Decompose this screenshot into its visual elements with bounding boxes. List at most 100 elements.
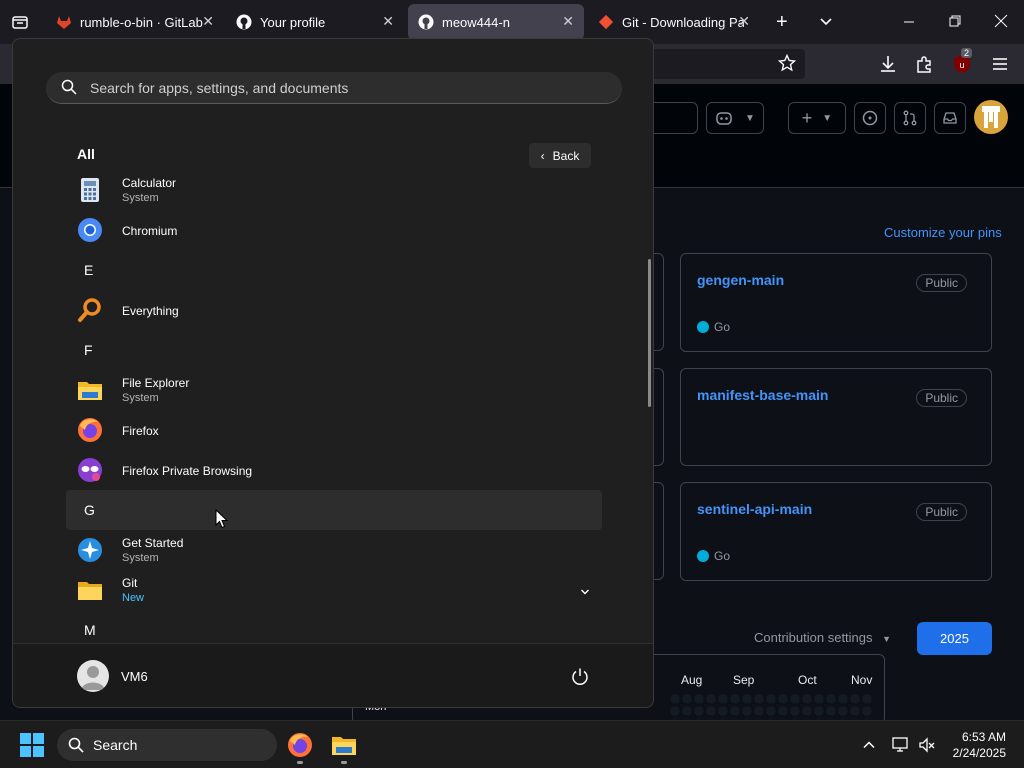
app-firefox[interactable]: Firefox (66, 410, 602, 450)
app-name: Chromium (122, 224, 178, 238)
restore-icon[interactable] (948, 14, 962, 28)
letter-label: G (84, 502, 95, 518)
contribution-settings-dropdown[interactable]: Contribution settings ▼ (754, 630, 891, 645)
app-get-started[interactable]: Get Started System (66, 530, 602, 570)
power-icon[interactable] (569, 666, 591, 688)
github-icon (236, 14, 252, 30)
ublock-icon[interactable]: u 2 (952, 48, 973, 74)
chevron-down-icon[interactable] (818, 14, 834, 30)
visibility-badge: Public (916, 274, 967, 292)
hamburger-menu-icon[interactable] (992, 56, 1008, 72)
close-icon[interactable]: ✕ (562, 13, 574, 30)
app-chromium[interactable]: Chromium (66, 210, 602, 250)
chevron-down-icon: ▼ (882, 634, 892, 644)
issues-button[interactable] (854, 102, 886, 134)
tab-title: Git - Downloading Pack (622, 14, 744, 30)
start-menu-footer: VM6 (13, 643, 653, 707)
month-label: Oct (798, 673, 817, 687)
create-new-button[interactable]: + ▼ (788, 102, 846, 134)
letter-label: M (84, 622, 96, 638)
taskbar: Search 6:53 AM 2/24/2025 (0, 720, 1024, 768)
close-icon[interactable]: ✕ (202, 13, 214, 30)
bookmark-star-icon[interactable] (777, 53, 797, 72)
close-icon[interactable]: ✕ (382, 13, 394, 30)
search-icon (67, 736, 85, 759)
inbox-button[interactable] (934, 102, 966, 134)
chevron-down-icon[interactable] (580, 584, 590, 595)
tab-title: rumble-o-bin · GitLab (80, 14, 203, 30)
firefox-icon[interactable] (284, 729, 316, 761)
file-explorer-icon[interactable] (328, 729, 360, 761)
app-file-explorer[interactable]: File Explorer System (66, 370, 602, 410)
pinned-repo-card[interactable]: gengen-main Public Go (680, 253, 992, 352)
repo-name-link[interactable]: gengen-main (697, 272, 784, 288)
customize-pins-link[interactable]: Customize your pins (884, 225, 1002, 240)
chevron-left-icon: ‹ (540, 148, 545, 163)
app-name: File Explorer (122, 376, 190, 390)
svg-text:u: u (959, 60, 964, 70)
app-firefox-private[interactable]: Firefox Private Browsing (66, 450, 602, 490)
year-button[interactable]: 2025 (917, 622, 992, 655)
pull-requests-button[interactable] (894, 102, 926, 134)
contribution-cells (669, 693, 874, 719)
user-avatar[interactable] (77, 660, 109, 692)
firefox-private-icon (76, 456, 104, 484)
windows-start-icon[interactable] (16, 729, 48, 761)
copilot-button[interactable]: ▼ (706, 102, 764, 134)
back-button[interactable]: ‹ Back (529, 143, 591, 168)
tab-title: Your profile (260, 14, 326, 30)
window-close-icon[interactable] (994, 14, 1008, 28)
scrollbar[interactable] (648, 259, 651, 407)
gitlab-icon (56, 14, 72, 30)
chevron-up-icon[interactable] (862, 738, 876, 752)
firefox-icon (76, 416, 104, 444)
clock-date: 2/24/2025 (952, 746, 1006, 760)
language-color-dot (697, 550, 709, 562)
running-indicator (341, 761, 347, 764)
volume-muted-icon[interactable] (918, 736, 936, 754)
minimize-icon[interactable] (902, 12, 916, 32)
extensions-icon[interactable] (914, 54, 934, 74)
month-label: Sep (733, 673, 755, 687)
start-search-box[interactable] (46, 72, 622, 104)
network-icon[interactable] (892, 736, 910, 754)
app-everything[interactable]: Everything (66, 290, 602, 330)
calculator-icon (76, 176, 104, 204)
tab-your-profile[interactable]: Your profile ✕ (226, 4, 404, 40)
taskbar-search[interactable]: Search (57, 729, 277, 761)
close-icon[interactable]: ✕ (738, 13, 750, 30)
chromium-icon (76, 216, 104, 244)
start-search-input[interactable] (90, 72, 590, 104)
month-label: Nov (851, 673, 873, 687)
new-badge: New (122, 592, 145, 604)
tab-title: meow444-n (442, 14, 510, 30)
letter-header-e[interactable]: E (66, 250, 602, 290)
downloads-icon[interactable] (878, 54, 898, 74)
folder-icon (76, 376, 104, 404)
pinned-repo-card[interactable]: manifest-base-main Public (680, 368, 992, 466)
tab-overview-icon[interactable] (10, 12, 30, 32)
all-apps-heading: All (77, 146, 95, 162)
tab-git-downloading[interactable]: Git - Downloading Pack ✕ (588, 4, 760, 40)
app-git-folder[interactable]: Git New (66, 570, 602, 610)
address-bar[interactable] (640, 49, 805, 79)
system-clock[interactable]: 6:53 AM 2/24/2025 (940, 729, 1006, 761)
pinned-repo-card[interactable]: sentinel-api-main Public Go (680, 482, 992, 581)
app-calculator[interactable]: Calculator System (66, 170, 602, 210)
repo-name-link[interactable]: sentinel-api-main (697, 501, 812, 517)
month-label: Aug (681, 673, 703, 687)
everything-search-icon (76, 296, 104, 324)
start-menu: All ‹ Back Calculator System Chromium E … (12, 38, 654, 708)
avatar[interactable] (974, 100, 1008, 134)
visibility-badge: Public (916, 389, 967, 407)
letter-header-f[interactable]: F (66, 330, 602, 370)
chevron-down-icon: ▼ (822, 112, 833, 124)
letter-header-g[interactable]: G (66, 490, 602, 530)
git-icon (598, 14, 614, 30)
extension-badge: 2 (961, 48, 973, 58)
tab-gitlab[interactable]: rumble-o-bin · GitLab ✕ (46, 4, 224, 40)
tab-meow444-n[interactable]: meow444-n ✕ (408, 4, 584, 40)
new-tab-icon[interactable]: + (776, 11, 788, 34)
repo-name-link[interactable]: manifest-base-main (697, 387, 828, 403)
user-name[interactable]: VM6 (121, 669, 148, 684)
